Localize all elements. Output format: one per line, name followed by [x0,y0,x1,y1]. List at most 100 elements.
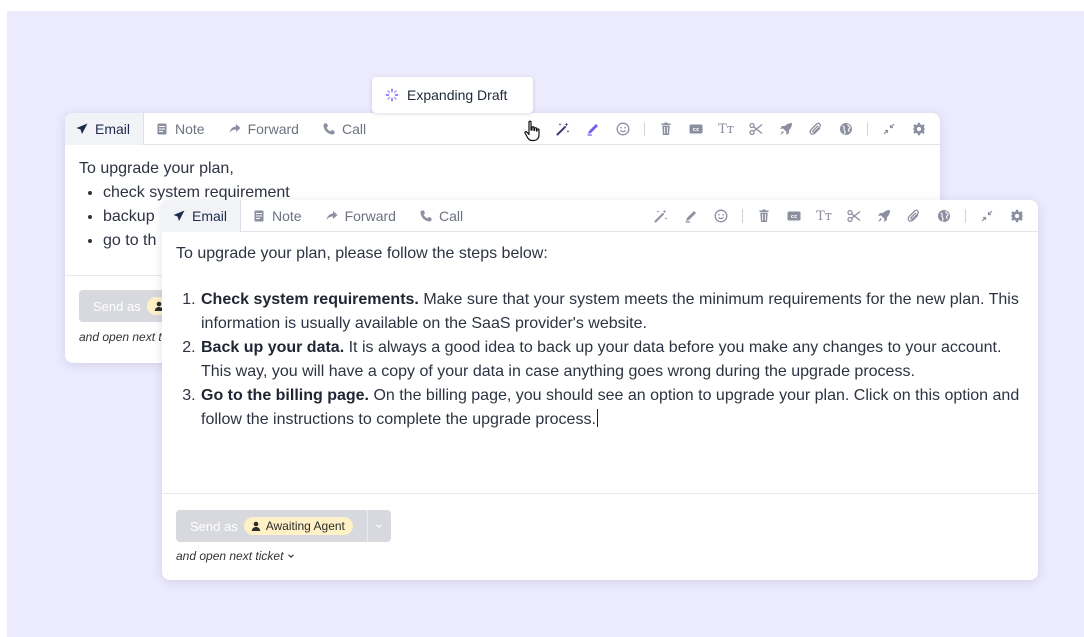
cc-icon: cc [689,124,703,134]
open-next-label: and open next t [79,330,162,344]
tab-label: Forward [247,120,299,137]
tab-forward[interactable]: Forward [217,113,311,145]
paperclip-icon [809,122,821,135]
toolbar-separator [965,209,966,223]
collapse-icon [883,123,895,135]
front-editor-footer: Send as Awaiting Agent and open next tic… [162,493,1038,580]
globe-button[interactable] [835,118,857,140]
text-size-button[interactable]: Tт [715,118,737,140]
front-reply-editor: Email Note Forward Call cc Tт To upgrade… [162,200,1038,580]
person-icon [251,521,260,531]
tab-label: Email [95,120,131,137]
attach-button[interactable] [903,205,925,227]
collapse-button[interactable] [976,205,998,227]
paperclip-icon [907,209,919,222]
list-item: Back up your data. It is always a good i… [200,336,1024,384]
pen-button[interactable] [582,118,604,140]
cc-button[interactable]: cc [685,118,707,140]
magic-wand-icon [654,209,668,223]
gear-icon [912,122,926,136]
rocket-button[interactable] [775,118,797,140]
send-button[interactable]: Send as Awaiting Agent [176,510,367,542]
steps-list: Check system requirements. Make sure tha… [176,288,1024,432]
text-size-icon: Tт [718,121,734,137]
chevron-down-icon [288,554,295,558]
editor-toolbar: Email Note Forward Call cc Tт [65,113,940,145]
tab-label: Note [175,120,205,137]
rocket-icon [780,123,792,135]
smiley-icon [616,122,630,136]
editor-toolbar: Email Note Forward Call cc Tт [162,200,1038,232]
rocket-icon [878,210,890,222]
spinner-icon [385,88,399,102]
open-next-label: and open next ticket [176,549,284,563]
expanding-draft-tooltip: Expanding Draft [372,77,533,113]
front-intro: To upgrade your plan, please follow the … [176,245,548,262]
hand-cursor-icon [524,120,540,142]
text-size-button[interactable]: Tт [813,205,835,227]
tab-note[interactable]: Note [144,113,217,145]
cc-icon: cc [787,211,801,221]
globe-button[interactable] [933,205,955,227]
send-label: Send as [190,518,238,534]
tab-call[interactable]: Call [311,113,378,145]
tab-email[interactable]: Email [65,113,145,145]
back-open-next-ticket[interactable]: and open next t [79,330,162,344]
settings-button[interactable] [1006,205,1028,227]
svg-text:cc: cc [693,127,700,133]
scissors-button[interactable] [745,118,767,140]
emoji-button[interactable] [710,205,732,227]
scissors-icon [749,122,763,136]
pen-icon [587,124,598,136]
globe-icon [938,210,950,222]
toolbar-separator [644,122,645,136]
send-group: Send as Awaiting Agent [176,510,391,542]
trash-icon [759,209,769,222]
paper-plane-icon [173,210,185,221]
open-next-ticket-toggle[interactable]: and open next ticket [176,549,295,563]
tab-label: Email [192,207,228,224]
magic-wand-button[interactable] [650,205,672,227]
text-size-icon: Tт [816,208,832,224]
magic-wand-button[interactable] [552,118,574,140]
tab-forward[interactable]: Forward [314,200,408,232]
smiley-icon [714,209,728,223]
tab-email[interactable]: Email [162,200,242,232]
toolbar-tools: cc Tт [642,200,1028,232]
front-editor-body[interactable]: To upgrade your plan, please follow the … [162,232,1038,432]
step-title: Back up your data. [201,339,345,356]
emoji-button[interactable] [612,118,634,140]
phone-icon [420,210,432,221]
tab-label: Forward [344,207,396,224]
tab-label: Call [438,207,464,224]
magic-wand-icon [556,122,570,136]
list-item: Check system requirements. Make sure tha… [200,288,1024,336]
settings-button[interactable] [908,118,930,140]
collapse-icon [981,210,993,222]
collapse-button[interactable] [878,118,900,140]
text-caret [596,409,598,427]
list-item: Go to the billing page. On the billing p… [200,384,1024,432]
rocket-button[interactable] [873,205,895,227]
chevron-down-icon [376,524,383,528]
pen-button[interactable] [680,205,702,227]
tab-note[interactable]: Note [241,200,314,232]
back-intro: To upgrade your plan, [79,160,234,177]
send-options-dropdown[interactable] [366,510,391,542]
status-label: Awaiting Agent [265,519,345,533]
svg-text:cc: cc [791,214,798,220]
forward-arrow-icon [229,123,241,133]
delete-button[interactable] [753,205,775,227]
delete-button[interactable] [655,118,677,140]
trash-icon [661,122,671,135]
attach-button[interactable] [805,118,827,140]
tab-call[interactable]: Call [408,200,475,232]
toolbar-separator [867,122,868,136]
tab-label: Call [341,120,367,137]
phone-icon [323,123,335,134]
scissors-icon [847,209,861,223]
scissors-button[interactable] [843,205,865,227]
send-label: Send as [93,298,141,314]
cc-button[interactable]: cc [783,205,805,227]
paper-plane-icon [76,123,88,134]
